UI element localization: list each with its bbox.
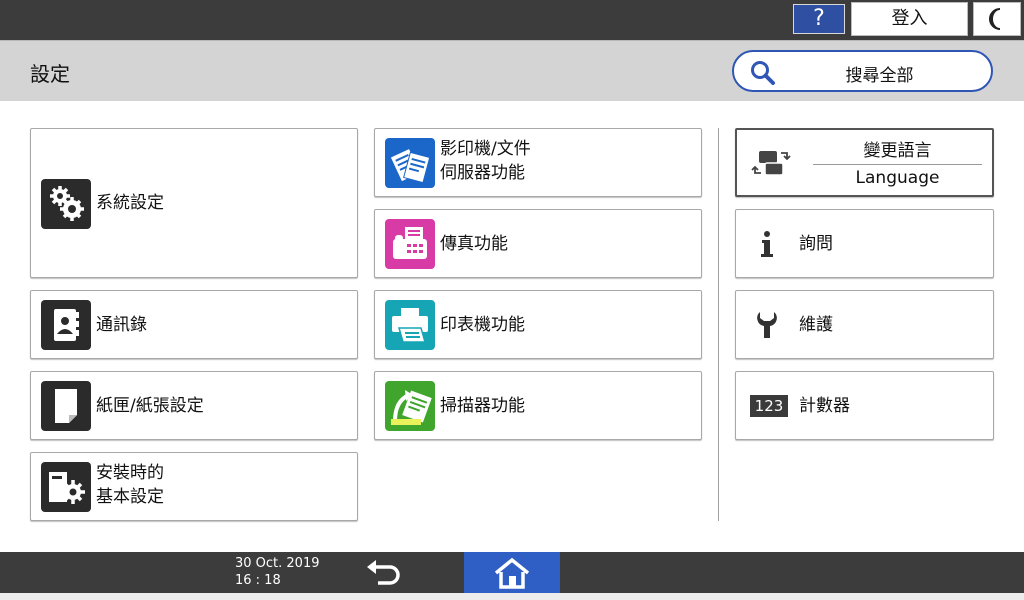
printer-icon [385,300,435,350]
fax-button[interactable]: 傳真功能 [374,209,702,278]
scanner-icon [385,381,435,431]
home-button[interactable] [464,552,560,593]
copier-line2: 伺服器功能 [440,163,525,183]
top-bar: ? 登入 [0,0,1024,40]
address-book-icon [41,300,91,350]
counter-label: 計數器 [799,396,850,416]
copier-icon [385,138,435,188]
scanner-button[interactable]: 掃描器功能 [374,371,702,440]
back-button[interactable] [364,558,404,586]
language-label: Language [855,168,940,188]
copier-document-server-label: 影印機/文件 伺服器功能 [440,137,531,185]
page-title: 設定 [30,62,70,86]
wrench-icon [757,311,777,338]
maintenance-label: 維護 [799,315,833,335]
energy-saver-button[interactable] [973,2,1021,36]
search-all-label: 搜尋全部 [845,66,914,86]
tray-paper-settings-button[interactable]: 紙匣/紙張設定 [30,371,358,440]
login-button[interactable]: 登入 [851,2,968,36]
home-icon [494,557,530,589]
change-language-label: 變更語言 [863,141,932,161]
paper-icon [41,381,91,431]
counter-button[interactable]: 123 計數器 [735,371,994,440]
printer-label: 印表機功能 [440,315,525,335]
column-divider [718,128,719,521]
initial-setup-label: 安裝時的 基本設定 [96,461,164,509]
maintenance-button[interactable]: 維護 [735,290,994,359]
back-arrow-icon [367,560,400,585]
datetime-display: 30 Oct. 2019 16 : 18 [235,555,320,589]
scanner-label: 掃描器功能 [440,396,525,416]
change-language-button[interactable]: 變更語言 Language [735,128,994,197]
bottom-bar: 30 Oct. 2019 16 : 18 [0,552,1024,593]
address-book-button[interactable]: 通訊錄 [30,290,358,359]
fax-label: 傳真功能 [440,234,508,254]
device-settings-icon [41,462,91,512]
info-icon [761,230,773,257]
date-text: 30 Oct. 2019 [235,556,320,571]
change-language-icon [751,150,791,176]
inquiry-label: 詢問 [799,234,833,254]
moon-icon [989,8,1001,30]
copier-line1: 影印機/文件 [440,139,531,159]
gears-icon [41,179,91,229]
header: 設定 搜尋全部 [0,40,1024,101]
system-settings-button[interactable]: 系統設定 [30,128,358,278]
tray-paper-settings-label: 紙匣/紙張設定 [96,396,204,416]
copier-document-server-button[interactable]: 影印機/文件 伺服器功能 [374,128,702,197]
time-text: 16 : 18 [235,573,281,588]
printer-button[interactable]: 印表機功能 [374,290,702,359]
initial-setup-line1: 安裝時的 [96,463,164,483]
initial-setup-button[interactable]: 安裝時的 基本設定 [30,452,358,521]
bottom-strip [0,593,1024,600]
initial-setup-line2: 基本設定 [96,487,164,507]
address-book-label: 通訊錄 [96,315,147,335]
system-settings-label: 系統設定 [96,193,164,213]
inquiry-button[interactable]: 詢問 [735,209,994,278]
counter-icon: 123 [750,394,788,417]
help-button[interactable]: ? [793,4,845,34]
search-all-button[interactable]: 搜尋全部 [732,50,993,92]
language-separator [813,164,982,165]
fax-icon [385,219,435,269]
